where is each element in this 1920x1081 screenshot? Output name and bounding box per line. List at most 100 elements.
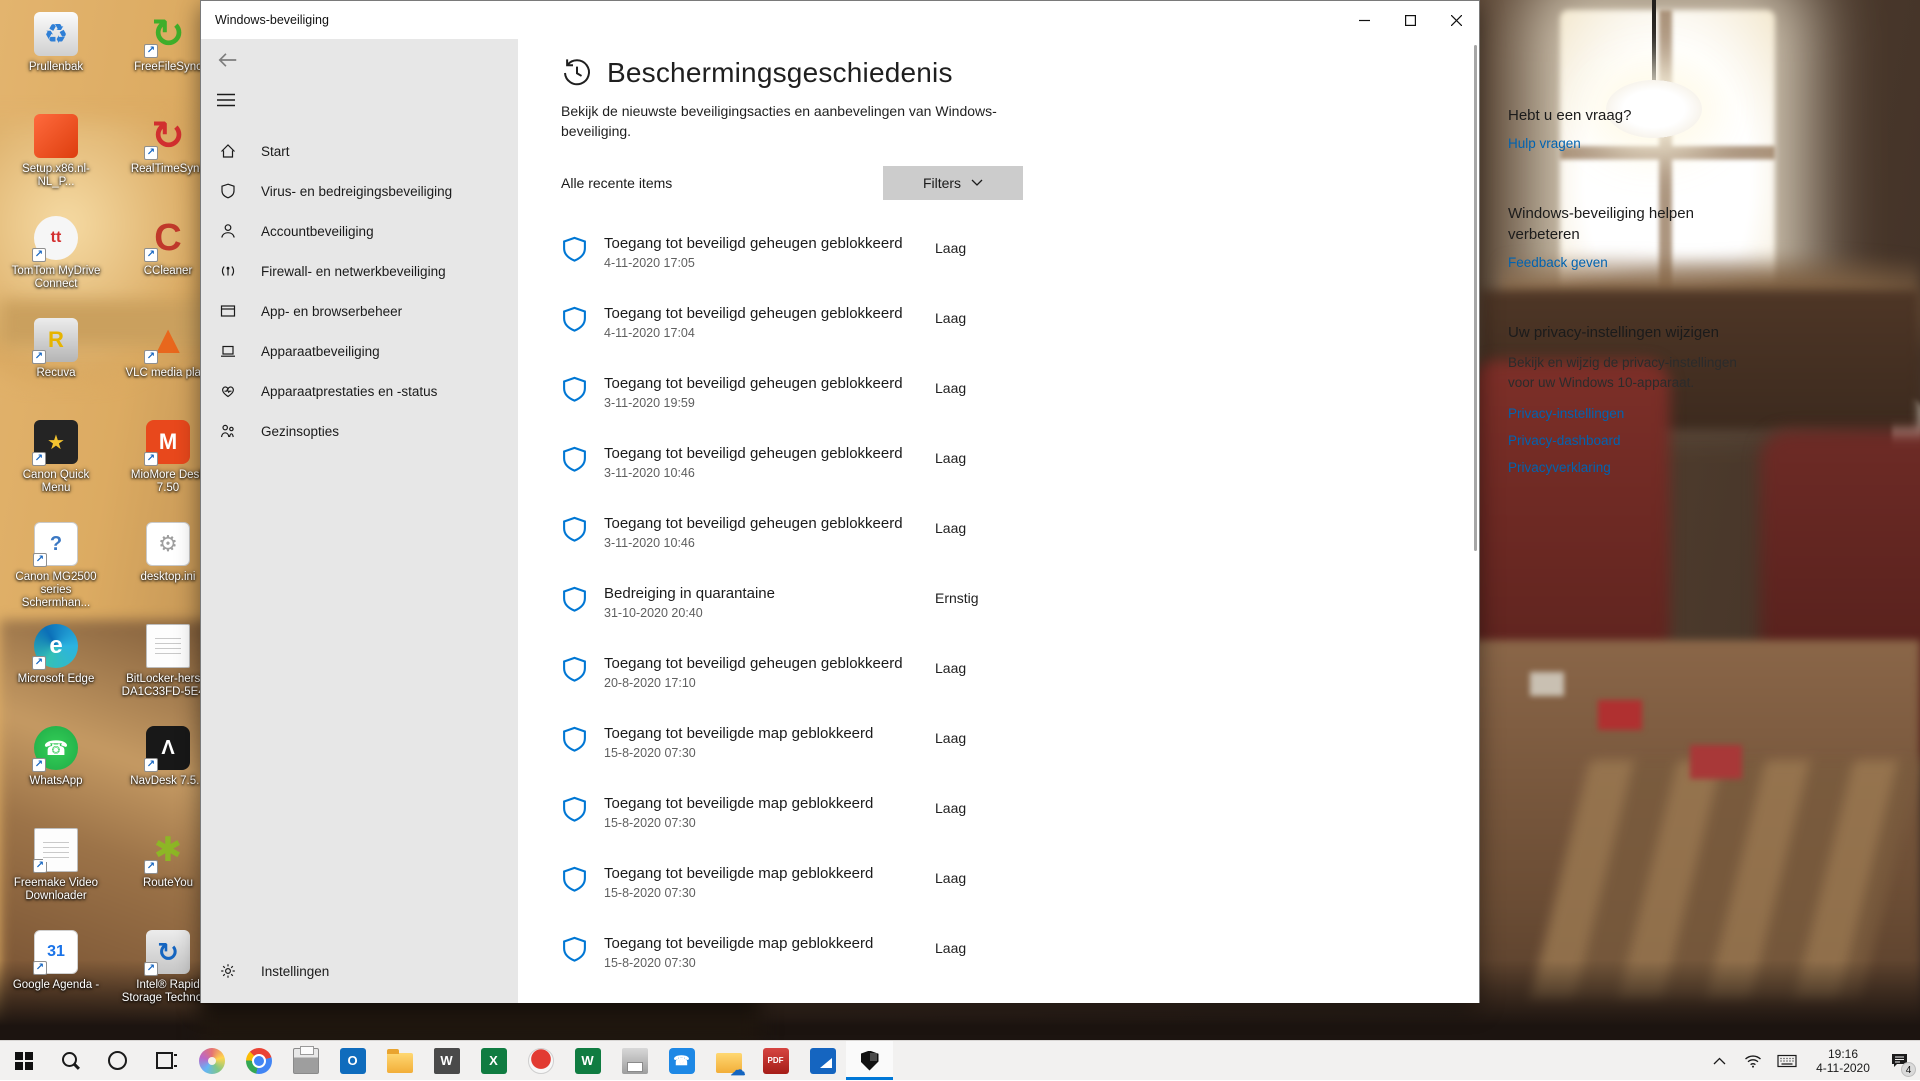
sidebar-item-label: Instellingen: [261, 964, 329, 979]
desktop-icon-label: RouteYou: [143, 877, 193, 890]
sidebar-item-label: Apparaatprestaties en -status: [261, 384, 437, 399]
feedback-geven-link[interactable]: Feedback geven: [1508, 255, 1608, 270]
sidebar-item-gezinsopties[interactable]: Gezinsopties: [201, 411, 518, 451]
start-button[interactable]: [0, 1041, 47, 1080]
maximize-button[interactable]: [1387, 1, 1433, 39]
paint-taskbar-icon[interactable]: [188, 1041, 235, 1080]
protection-history-item[interactable]: Toegang tot beveiligde map geblokkeerd 1…: [561, 934, 1066, 970]
app-window-icon: [220, 303, 236, 319]
protection-history-item[interactable]: Toegang tot beveiligd geheugen geblokkee…: [561, 304, 1066, 340]
wallpaper-present: [1690, 745, 1742, 779]
cortana-button[interactable]: [94, 1041, 141, 1080]
protection-history-item[interactable]: Bedreiging in quarantaine 31-10-2020 20:…: [561, 584, 1066, 620]
word-taskbar-icon[interactable]: W: [564, 1041, 611, 1080]
privacy-links: Privacy-instellingen Privacy-dashboard Pri…: [1508, 406, 1748, 475]
canon-mg2500-desktop-icon[interactable]: ? Canon MG2500 series Schermhan...: [6, 516, 106, 618]
filters-button[interactable]: Filters: [883, 166, 1023, 200]
item-severity: Laag: [935, 730, 966, 746]
outlook-taskbar-icon[interactable]: O: [329, 1041, 376, 1080]
canon-quick-menu-desktop-icon[interactable]: ★ Canon Quick Menu: [6, 414, 106, 516]
desktop-icon-glyph: e: [34, 624, 78, 668]
desktop-icon-label: Setup.x86.nl-NL_P...: [7, 163, 105, 189]
tray-keyboard-button[interactable]: [1772, 1041, 1802, 1081]
minimize-button[interactable]: [1341, 1, 1387, 39]
scanner-taskbar-icon[interactable]: [611, 1041, 658, 1080]
taskbar-icon-glyph: [11, 1048, 37, 1074]
whatsapp-desktop-icon[interactable]: ☎ WhatsApp: [6, 720, 106, 822]
sidebar-item-apparaatbeveiliging[interactable]: Apparaatbeveiliging: [201, 331, 518, 371]
privacy-instellingen-link[interactable]: Privacy-instellingen: [1508, 406, 1748, 421]
tomtom-mydrive-desktop-icon[interactable]: tt TomTom MyDrive Connect: [6, 210, 106, 312]
shortcut-arrow-icon: [144, 248, 158, 262]
item-title: Toegang tot beveiligd geheugen geblokkee…: [604, 304, 935, 324]
task-view-button[interactable]: [141, 1041, 188, 1080]
windows-security-window: Windows-beveiliging: [200, 0, 1480, 1003]
freemake-video-downloader-desktop-icon[interactable]: Freemake Video Downloader: [6, 822, 106, 924]
search-button[interactable]: [47, 1041, 94, 1080]
menu-button[interactable]: [217, 93, 235, 110]
desktop-icon-label: Prullenbak: [29, 61, 83, 74]
office-setup-desktop-icon[interactable]: Setup.x86.nl-NL_P...: [6, 108, 106, 210]
protection-history-item[interactable]: Toegang tot beveiligd geheugen geblokkee…: [561, 374, 1066, 410]
word-2010-taskbar-icon[interactable]: W: [423, 1041, 470, 1080]
question-panel: Hebt u een vraag? Hulp vragen: [1508, 105, 1748, 153]
desktop-icon-glyph: ↻: [146, 114, 190, 158]
close-button[interactable]: [1433, 1, 1479, 39]
desktop-icon-label: NavDesk 7.5...: [130, 775, 205, 788]
protection-history-item[interactable]: Toegang tot beveiligde map geblokkeerd 1…: [561, 724, 1066, 760]
shield-icon: [561, 236, 588, 263]
whatsapp-taskbar-icon[interactable]: ☎: [658, 1041, 705, 1080]
chrome-taskbar-icon[interactable]: [235, 1041, 282, 1080]
sidebar-item-firewall-en-netwerkbeveiliging[interactable]: Firewall- en netwerkbeveiliging: [201, 251, 518, 291]
desktop-icon-label: Canon Quick Menu: [7, 469, 105, 495]
protection-history-item[interactable]: Toegang tot beveiligd geheugen geblokkee…: [561, 514, 1066, 550]
protection-history-item[interactable]: Toegang tot beveiligd geheugen geblokkee…: [561, 444, 1066, 480]
tray-wifi-button[interactable]: [1738, 1041, 1768, 1081]
item-datetime: 15-8-2020 07:30: [604, 746, 935, 760]
protection-history-item[interactable]: Toegang tot beveiligde map geblokkeerd 1…: [561, 794, 1066, 830]
shield-icon: [561, 796, 588, 823]
recuva-desktop-icon[interactable]: R Recuva: [6, 312, 106, 414]
sidebar-nav: Start Virus- en bedreigingsbeveiliging A…: [201, 131, 518, 451]
titlebar[interactable]: Windows-beveiliging: [201, 1, 1479, 39]
protection-history-item[interactable]: Toegang tot beveiligd geheugen geblokkee…: [561, 654, 1066, 690]
sidebar-item-label: App- en browserbeheer: [261, 304, 402, 319]
shield-icon: [561, 586, 588, 613]
epson-scan-taskbar-icon[interactable]: [799, 1041, 846, 1080]
touch-keyboard-icon: [1777, 1054, 1797, 1068]
minimize-icon: [1359, 15, 1370, 26]
onedrive-folder-taskbar-icon[interactable]: ☁: [705, 1041, 752, 1080]
protection-history-item[interactable]: Toegang tot beveiligde map geblokkeerd 1…: [561, 864, 1066, 900]
tomtom-taskbar-icon[interactable]: [517, 1041, 564, 1080]
pdf-reader-taskbar-icon[interactable]: PDF: [752, 1041, 799, 1080]
file-explorer-taskbar-icon[interactable]: [376, 1041, 423, 1080]
sidebar-item-virus-en-bedreigingsbeveiliging[interactable]: Virus- en bedreigingsbeveiliging: [201, 171, 518, 211]
item-severity: Laag: [935, 800, 966, 816]
sidebar-item-instellingen[interactable]: Instellingen: [201, 951, 518, 991]
excel-taskbar-icon[interactable]: X: [470, 1041, 517, 1080]
recycle-bin-desktop-icon[interactable]: ♻ Prullenbak: [6, 6, 106, 108]
shield-icon: [220, 183, 236, 199]
sidebar-item-app-en-browserbeheer[interactable]: App- en browserbeheer: [201, 291, 518, 331]
sidebar-item-apparaatprestaties-en-status[interactable]: Apparaatprestaties en -status: [201, 371, 518, 411]
item-severity: Laag: [935, 240, 966, 256]
privacyverklaring-link[interactable]: Privacyverklaring: [1508, 460, 1748, 475]
tray-chevron-up-button[interactable]: [1704, 1041, 1734, 1081]
back-button[interactable]: [217, 49, 239, 74]
item-severity: Laag: [935, 450, 966, 466]
google-agenda-desktop-icon[interactable]: 31 Google Agenda -: [6, 924, 106, 1026]
sidebar-item-start[interactable]: Start: [201, 131, 518, 171]
protection-history-item[interactable]: Toegang tot beveiligd geheugen geblokkee…: [561, 234, 1066, 270]
windows-security-taskbar-icon[interactable]: [846, 1041, 893, 1080]
fax-scan-taskbar-icon[interactable]: [282, 1041, 329, 1080]
sidebar-item-accountbeveiliging[interactable]: Accountbeveiliging: [201, 211, 518, 251]
microsoft-edge-desktop-icon[interactable]: e Microsoft Edge: [6, 618, 106, 720]
action-center-button[interactable]: 4: [1884, 1041, 1914, 1081]
taskbar-icon-glyph: [152, 1048, 178, 1074]
privacy-dashboard-link[interactable]: Privacy-dashboard: [1508, 433, 1748, 448]
privacy-description: Bekijk en wijzig de privacy-instellingen…: [1508, 353, 1748, 394]
item-datetime: 4-11-2020 17:04: [604, 326, 935, 340]
taskbar-clock[interactable]: 19:16 4-11-2020: [1806, 1047, 1880, 1075]
hulp-vragen-link[interactable]: Hulp vragen: [1508, 136, 1581, 151]
scrollbar[interactable]: [1474, 45, 1477, 551]
